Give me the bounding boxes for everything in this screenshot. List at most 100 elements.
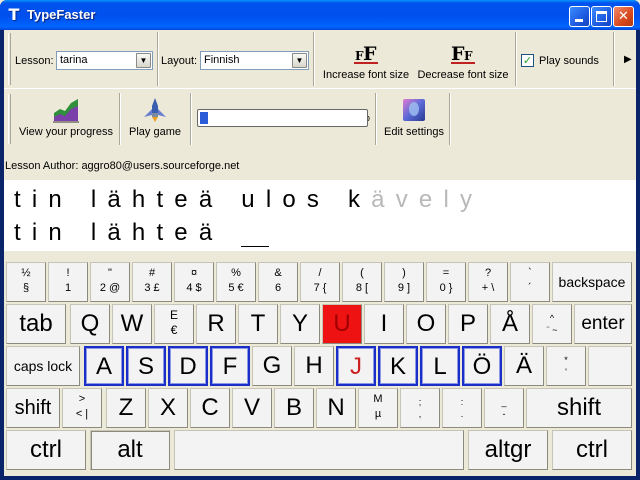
key-7[interactable]: / 7 {: [300, 262, 340, 302]
key-label: shift: [14, 397, 52, 419]
close-button[interactable]: ✕: [613, 6, 634, 27]
key-shift-right[interactable]: shift: [526, 388, 632, 428]
lesson-line-input[interactable]: tin lähteä: [14, 219, 270, 247]
key-e[interactable]: E €: [154, 304, 194, 344]
decrease-font-button[interactable]: F F Decrease font size: [417, 40, 509, 81]
layout-label: Layout:: [161, 55, 198, 67]
key-base-label: 8 [: [355, 282, 369, 294]
key-shift-label: !: [66, 267, 70, 279]
toolbar-grip[interactable]: [8, 94, 11, 144]
key-shift-left[interactable]: shift: [6, 388, 60, 428]
toolbar-separator: [449, 93, 451, 145]
key-tab[interactable]: tab: [6, 304, 66, 344]
chevron-down-icon[interactable]: ▼: [136, 53, 151, 68]
key-b[interactable]: B: [274, 388, 314, 428]
view-progress-button[interactable]: View your progress: [18, 97, 114, 138]
edit-settings-button[interactable]: Edit settings: [382, 97, 446, 138]
key-8[interactable]: (8 [: [342, 262, 382, 302]
key-3[interactable]: #3 £: [132, 262, 172, 302]
key-p[interactable]: P: [448, 304, 488, 344]
key-q[interactable]: Q: [70, 304, 110, 344]
key-caret[interactable]: ^ ¨ ~: [532, 304, 572, 344]
chevron-down-icon[interactable]: ▼: [292, 53, 307, 68]
key-i[interactable]: I: [364, 304, 404, 344]
key-1[interactable]: ! 1: [48, 262, 88, 302]
key-n[interactable]: N: [316, 388, 356, 428]
toolbar-separator: [613, 32, 615, 86]
key-w[interactable]: W: [112, 304, 152, 344]
layout-select[interactable]: Finnish ▼: [200, 51, 309, 70]
key-label: caps lock: [13, 358, 73, 374]
key-d-home[interactable]: D: [168, 346, 208, 386]
key-s-home[interactable]: S: [126, 346, 166, 386]
lesson-select-value: tarina: [60, 54, 88, 66]
key-comma[interactable]: ;,: [400, 388, 440, 428]
key-ctrl-left[interactable]: ctrl: [6, 430, 86, 470]
toolbar-overflow-icon[interactable]: ▶: [624, 54, 632, 65]
key-acute[interactable]: ` ´: [510, 262, 550, 302]
toolbar-grip[interactable]: [8, 33, 11, 85]
key-x[interactable]: X: [148, 388, 188, 428]
key-2[interactable]: " 2 @: [90, 262, 130, 302]
key-shift-label: =: [442, 267, 450, 279]
key-plus[interactable]: ? + \: [468, 262, 508, 302]
play-game-button[interactable]: Play game: [125, 97, 185, 138]
maximize-button[interactable]: [591, 6, 612, 27]
lesson-select[interactable]: tarina ▼: [56, 51, 153, 70]
key-enter[interactable]: enter: [574, 304, 632, 344]
key-apostrophe[interactable]: * ': [546, 346, 586, 386]
key-alt[interactable]: alt: [90, 430, 170, 470]
key-shift-label: :: [460, 397, 464, 407]
key-o-umlaut-home[interactable]: Ö: [462, 346, 502, 386]
key-f-home[interactable]: F: [210, 346, 250, 386]
key-5[interactable]: % 5 €: [216, 262, 256, 302]
key-ctrl-right[interactable]: ctrl: [552, 430, 632, 470]
toolbar-separator: [157, 32, 159, 86]
key-shift-label: ": [108, 267, 112, 279]
key-caps-lock[interactable]: caps lock: [6, 346, 80, 386]
svg-text:F: F: [363, 43, 377, 65]
key-6[interactable]: & 6: [258, 262, 298, 302]
key-period[interactable]: :.: [442, 388, 482, 428]
key-section[interactable]: ½ §: [6, 262, 46, 302]
key-h[interactable]: H: [294, 346, 334, 386]
key-o[interactable]: O: [406, 304, 446, 344]
key-shift-label: #: [148, 267, 156, 279]
key-m[interactable]: Mµ: [358, 388, 398, 428]
key-space[interactable]: [174, 430, 464, 470]
key-enter-lower[interactable]: [588, 346, 632, 386]
key-t[interactable]: T: [238, 304, 278, 344]
play-sounds-label[interactable]: Play sounds: [539, 55, 599, 67]
lesson-text-area[interactable]: tin lähteä ulos kävely tin lähteä: [4, 180, 636, 251]
toolbar-separator: [119, 93, 121, 145]
key-l-home[interactable]: L: [420, 346, 460, 386]
key-4[interactable]: ¤ 4 $: [174, 262, 214, 302]
key-u-active[interactable]: U: [322, 304, 362, 344]
key-base-label: 5 €: [228, 282, 244, 294]
key-v[interactable]: V: [232, 388, 272, 428]
title-bar[interactable]: T TypeFaster ✕: [0, 0, 640, 30]
key-altgr-label: €: [170, 323, 178, 337]
key-dash[interactable]: _ -: [484, 388, 524, 428]
key-k-home[interactable]: K: [378, 346, 418, 386]
key-a-umlaut[interactable]: Ä: [504, 346, 544, 386]
key-c[interactable]: C: [190, 388, 230, 428]
increase-font-button[interactable]: F F Increase font size: [322, 40, 410, 81]
key-z[interactable]: Z: [106, 388, 146, 428]
key-g[interactable]: G: [252, 346, 292, 386]
minimize-button[interactable]: [569, 6, 590, 27]
key-0[interactable]: = 0 }: [426, 262, 466, 302]
key-base-label: ': [565, 367, 567, 377]
play-sounds-checkbox[interactable]: ✓: [521, 54, 534, 67]
key-j-home[interactable]: J: [336, 346, 376, 386]
key-y[interactable]: Y: [280, 304, 320, 344]
key-backspace[interactable]: backspace: [552, 262, 632, 302]
key-a-ring[interactable]: Å: [490, 304, 530, 344]
key-less-than[interactable]: > < |: [62, 388, 102, 428]
key-9[interactable]: ) 9 ]: [384, 262, 424, 302]
key-base-label: .: [460, 409, 464, 419]
key-r[interactable]: R: [196, 304, 236, 344]
key-altgr[interactable]: altgr: [468, 430, 548, 470]
key-base-label: §: [22, 282, 30, 294]
key-a-home[interactable]: A: [84, 346, 124, 386]
